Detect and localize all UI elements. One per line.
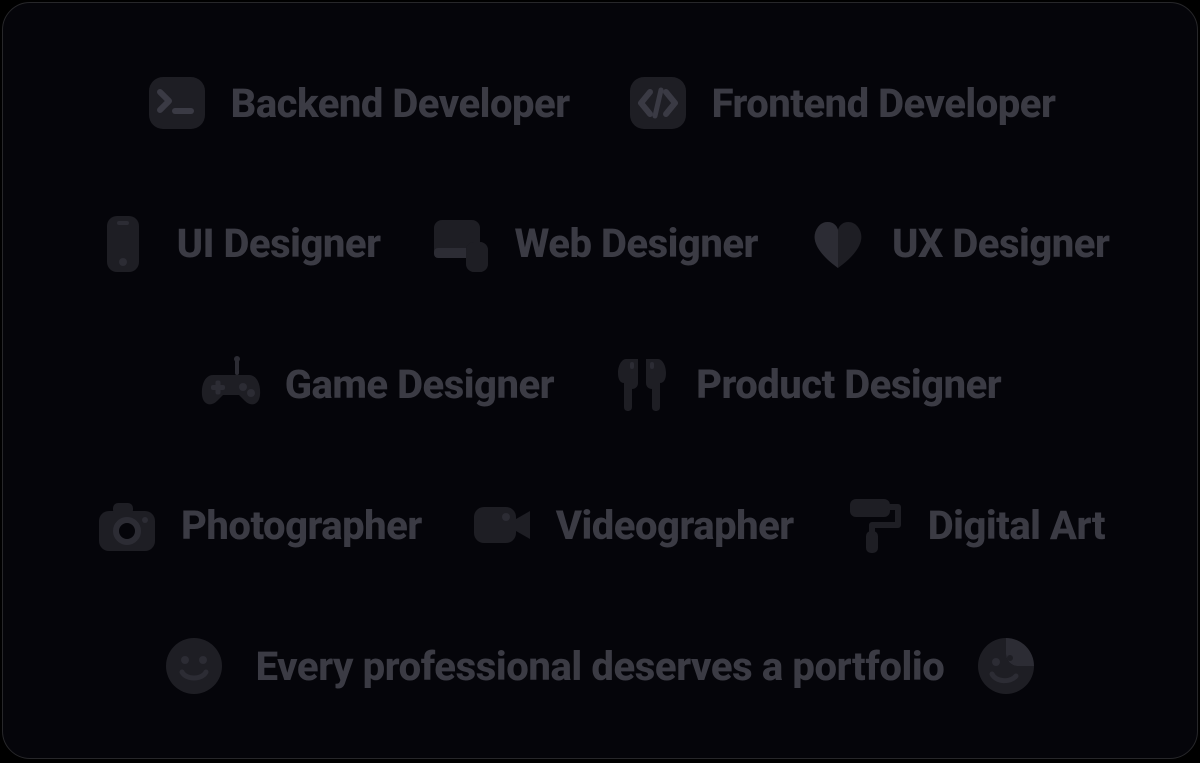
role-chip-frontend-developer: Frontend Developer	[626, 71, 1056, 135]
heart-icon	[806, 212, 870, 276]
role-chip-ux-designer: UX Designer	[806, 212, 1109, 276]
desktop-icon	[428, 212, 492, 276]
gamepad-icon	[199, 353, 263, 417]
role-label: Game Designer	[285, 361, 554, 408]
role-chip-digital-art: Digital Art	[842, 493, 1105, 557]
role-label: Web Designer	[514, 220, 757, 267]
code-icon	[626, 71, 690, 135]
role-label: Photographer	[181, 502, 422, 549]
role-label: UX Designer	[892, 220, 1109, 267]
role-row: Backend Developer Frontend Developer	[15, 71, 1185, 135]
role-chip-product-designer: Product Designer	[610, 353, 1001, 417]
paint-roller-icon	[842, 493, 906, 557]
role-chip-web-designer: Web Designer	[428, 212, 757, 276]
camera-icon	[95, 493, 159, 557]
role-chip-backend-developer: Backend Developer	[145, 71, 570, 135]
role-row: Game Designer Product Designer	[15, 353, 1185, 417]
role-chip-ui-designer: UI Designer	[91, 212, 381, 276]
role-label: Digital Art	[928, 502, 1105, 549]
mobile-icon	[91, 212, 155, 276]
role-label: UI Designer	[177, 220, 381, 267]
earbuds-icon	[610, 353, 674, 417]
role-chip-videographer: Videographer	[470, 493, 794, 557]
role-label: Product Designer	[696, 361, 1001, 408]
role-row: Photographer Videographer Digital Art	[15, 493, 1185, 557]
role-label: Frontend Developer	[712, 80, 1056, 127]
role-chip-photographer: Photographer	[95, 493, 422, 557]
sticker-smiley-icon	[974, 634, 1038, 698]
terminal-icon	[145, 71, 209, 135]
role-row: UI Designer Web Designer UX Designer	[15, 212, 1185, 276]
roles-card: Backend Developer Frontend Developer UI …	[2, 2, 1198, 759]
footer-message: Every professional deserves a portfolio	[256, 643, 945, 690]
video-camera-icon	[470, 493, 534, 557]
footer-message-row: Every professional deserves a portfolio	[15, 634, 1185, 698]
role-label: Videographer	[556, 502, 794, 549]
role-label: Backend Developer	[231, 80, 570, 127]
smiley-icon	[162, 634, 226, 698]
role-chip-game-designer: Game Designer	[199, 353, 554, 417]
